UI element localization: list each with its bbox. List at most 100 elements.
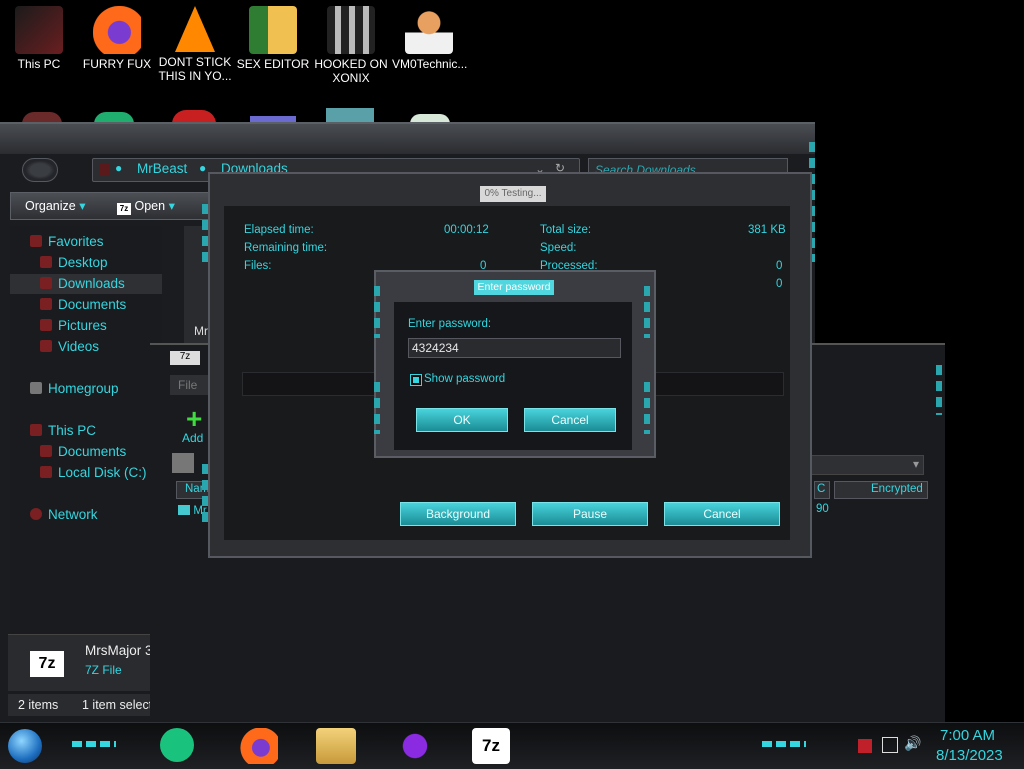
- infinity-app-icon[interactable]: [396, 728, 434, 764]
- menu-file[interactable]: File: [178, 378, 197, 392]
- status-item-count: 2 items: [18, 698, 59, 712]
- show-password-checkbox[interactable]: [410, 374, 422, 386]
- desktop-icon-vm0technic[interactable]: VM0Technic...: [392, 0, 468, 71]
- hxd-icon: [249, 6, 297, 54]
- desktop-icon-label: VM0Technic...: [392, 57, 468, 71]
- ok-button[interactable]: OK: [416, 408, 508, 432]
- nav-desktop[interactable]: Desktop: [40, 255, 108, 270]
- files-label: Files:: [244, 260, 272, 272]
- add-label: Add: [182, 431, 204, 445]
- documents-icon: [40, 298, 52, 310]
- column-header-c[interactable]: C: [814, 481, 830, 499]
- file-explorer-icon[interactable]: [316, 728, 356, 764]
- this-pc-icon: [15, 6, 63, 54]
- nav-network[interactable]: Network: [30, 507, 98, 522]
- open-button[interactable]: 7z Open ▾: [117, 198, 175, 215]
- cancel-button[interactable]: Cancel: [524, 408, 616, 432]
- frame-lights: [644, 286, 650, 338]
- desktop-icon-label: FURRY FUX: [82, 57, 152, 71]
- path-dropdown[interactable]: ▾: [808, 455, 924, 475]
- frame-lights: [374, 382, 380, 434]
- pause-button[interactable]: Pause: [532, 502, 648, 526]
- chevron-down-icon: ▾: [912, 457, 919, 471]
- clock-time[interactable]: 7:00 AM: [940, 727, 995, 744]
- firefox-icon[interactable]: [240, 728, 278, 764]
- this-pc-icon: [30, 424, 42, 436]
- desktop-icon-label: DONT STICK THIS IN YO...: [158, 55, 232, 83]
- chevron-down-icon: ▾: [168, 199, 175, 213]
- desktop-icon-dont-stick[interactable]: DONT STICK THIS IN YO...: [158, 0, 232, 83]
- cancel-button[interactable]: Cancel: [664, 502, 780, 526]
- status-selected: 1 item selecte: [82, 698, 160, 712]
- background-button[interactable]: Background: [400, 502, 516, 526]
- organize-button[interactable]: Organize ▾: [25, 198, 86, 213]
- nav-homegroup[interactable]: Homegroup: [30, 381, 119, 396]
- nav-downloads[interactable]: Downloads: [40, 276, 125, 291]
- show-password-label: Show password: [424, 373, 506, 385]
- network-icon: [30, 508, 42, 520]
- elapsed-label: Elapsed time:: [244, 224, 314, 236]
- dialog-title: 0% Testing...: [480, 186, 546, 202]
- up-folder-button[interactable]: [172, 453, 194, 473]
- extra-value: 0: [776, 278, 783, 290]
- nav-documents[interactable]: Documents: [40, 297, 126, 312]
- plus-icon: +: [186, 403, 203, 434]
- desktop-icon-label: SEX EDITOR: [236, 57, 310, 71]
- start-orb-icon[interactable]: [8, 729, 42, 763]
- archive-icon: [178, 505, 190, 515]
- clock-date[interactable]: 8/13/2023: [936, 747, 1003, 764]
- dialog-title: Enter password: [474, 280, 554, 295]
- 7zip-icon: 7z: [117, 203, 131, 215]
- frame-lights: [936, 365, 942, 415]
- breadcrumb-mrbeast[interactable]: MrBeast: [137, 161, 187, 176]
- desktop-icon-label: HOOKED ON XONIX: [314, 57, 388, 85]
- cell-value: 90: [816, 503, 829, 515]
- messaging-app-icon[interactable]: [160, 728, 194, 762]
- desktop-icon-label: This PC: [17, 57, 61, 71]
- desktop-icon-sex-editor[interactable]: SEX EDITOR: [236, 0, 310, 71]
- window-title: 7z: [170, 351, 200, 365]
- vlc-cone-icon: [175, 6, 215, 52]
- nav-pc-documents[interactable]: Documents: [40, 444, 126, 459]
- downloads-icon: [40, 277, 52, 289]
- 7zip-icon: 7z: [30, 651, 64, 677]
- total-size-value: 381 KB: [748, 224, 786, 236]
- frame-lights: [374, 286, 380, 338]
- nav-this-pc[interactable]: This PC: [30, 423, 96, 438]
- nav-favorites[interactable]: Favorites: [30, 234, 104, 249]
- speed-label: Speed:: [540, 242, 577, 254]
- doctor-icon: [405, 6, 453, 54]
- volume-icon[interactable]: 🔊: [904, 735, 921, 752]
- back-nav-button[interactable]: [22, 158, 58, 182]
- details-pane: 7z MrsMajor 3 7Z File: [8, 634, 156, 691]
- documents-icon: [40, 445, 52, 457]
- frame-lights: [644, 382, 650, 434]
- details-file-name: MrsMajor 3: [85, 643, 153, 658]
- elapsed-value: 00:00:12: [444, 224, 489, 236]
- frame-lights: [202, 204, 208, 264]
- processed-value: 0: [776, 260, 783, 272]
- nav-videos[interactable]: Videos: [40, 339, 99, 354]
- action-center-flag-icon[interactable]: [858, 739, 872, 753]
- nav-pictures[interactable]: Pictures: [40, 318, 107, 333]
- taskbar-lights: [72, 741, 116, 747]
- desktop-icon-hooked-on-xonix[interactable]: HOOKED ON XONIX: [314, 0, 388, 85]
- nav-local-disk[interactable]: Local Disk (C:): [40, 465, 147, 480]
- 7zip-icon[interactable]: 7z: [472, 728, 510, 764]
- breadcrumb-sep-icon: ●: [115, 161, 123, 175]
- total-size-label: Total size:: [540, 224, 592, 236]
- desktop-icon: [40, 256, 52, 268]
- taskbar: 7z 🔊 7:00 AM 8/13/2023: [0, 722, 1024, 769]
- desktop-icon-furry-fux[interactable]: FURRY FUX: [80, 0, 154, 71]
- frame-lights: [202, 464, 208, 524]
- column-header-encrypted[interactable]: Encrypted: [834, 481, 928, 499]
- password-prompt: Enter password:: [408, 318, 492, 330]
- command-toolbar: Organize ▾ 7z Open ▾: [10, 192, 212, 220]
- network-icon[interactable]: [882, 737, 898, 753]
- remaining-label: Remaining time:: [244, 242, 328, 254]
- password-input[interactable]: [408, 338, 621, 358]
- status-bar: 2 items 1 item selecte: [8, 694, 160, 716]
- homegroup-icon: [30, 382, 42, 394]
- taskbar-lights: [762, 741, 806, 747]
- desktop-icon-this-pc[interactable]: This PC: [2, 0, 76, 71]
